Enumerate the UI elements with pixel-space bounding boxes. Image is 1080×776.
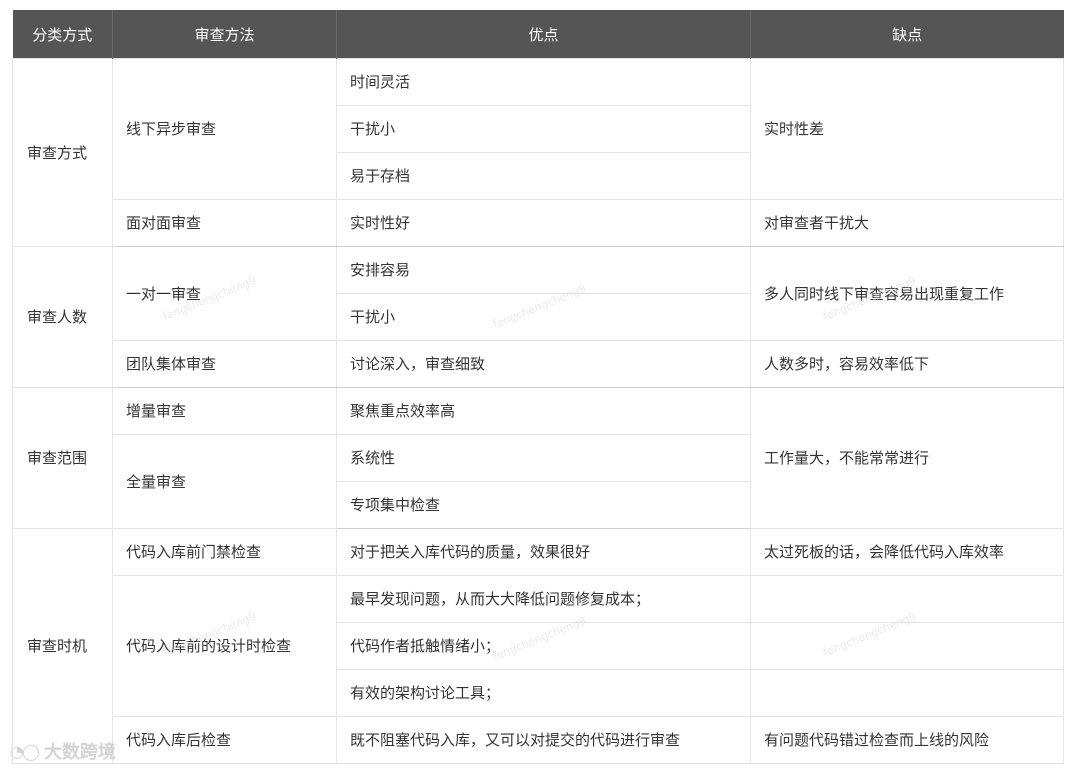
pros-cell: 最早发现问题，从而大大降低问题修复成本； <box>336 575 751 623</box>
header-method: 审查方法 <box>112 10 337 59</box>
method-cell: 增量审查 <box>112 387 337 435</box>
table-row: 审查方式 线下异步审查 时间灵活 实时性差 <box>12 58 1064 247</box>
cons-cell: 实时性差 <box>750 58 1064 200</box>
logo-text: 大数跨境 <box>43 742 116 763</box>
table-row: 审查时机 代码入库前门禁检查 对于把关入库代码的质量，效果很好 太过死板的话，会… <box>12 528 1064 764</box>
header-category: 分类方式 <box>12 10 113 59</box>
category-cell: 审查方式 <box>12 58 113 247</box>
pros-cell: 干扰小 <box>336 105 751 153</box>
cons-cell: 对审查者干扰大 <box>750 199 1064 247</box>
method-cell: 线下异步审查 <box>112 58 337 200</box>
method-cell: 全量审查 <box>112 434 337 529</box>
table-row: 面对面审查 实时性好 对审查者干扰大 <box>13 199 1064 247</box>
brand-logo: ◔◯ 大数跨境 <box>10 738 116 764</box>
table-row: 代码入库后检查 既不阻塞代码入库，又可以对提交的代码进行审查 有问题代码错过检查… <box>13 716 1064 764</box>
method-cell: 代码入库前门禁检查 <box>112 528 337 576</box>
table-row: 审查范围 增量审查 聚焦重点效率高 工作量大，不能常常进行 <box>12 387 1064 529</box>
pros-cell: 安排容易 <box>336 246 751 294</box>
logo-icon: ◔◯ <box>10 741 40 761</box>
header-row: 分类方式 审查方法 优点 缺点 <box>12 10 1064 59</box>
pros-cell: 代码作者抵触情绪小； <box>336 622 751 670</box>
pros-cell: 易于存档 <box>336 152 751 200</box>
method-cell: 一对一审查 <box>112 246 337 341</box>
category-cell: 审查人数 <box>12 246 113 388</box>
pros-cell: 聚焦重点效率高 <box>336 387 751 435</box>
cons-cell: 太过死板的话，会降低代码入库效率 <box>750 528 1064 576</box>
pros-cell: 有效的架构讨论工具； <box>336 669 751 717</box>
pros-cell: 既不阻塞代码入库，又可以对提交的代码进行审查 <box>336 716 751 764</box>
table-row: 审查人数 一对一审查 安排容易 多人同时线下审查容易出现重复工作 <box>12 246 1064 388</box>
table-row: 代码入库前的设计时检查 最早发现问题，从而大大降低问题修复成本； <box>13 575 1064 717</box>
method-cell: 面对面审查 <box>112 199 337 247</box>
pros-cell: 系统性 <box>336 434 751 482</box>
method-cell: 代码入库前的设计时检查 <box>112 575 337 717</box>
cons-cell <box>750 669 1064 717</box>
method-cell: 团队集体审查 <box>112 340 337 388</box>
category-cell: 审查时机 <box>12 528 113 764</box>
table-row: 团队集体审查 讨论深入，审查细致 人数多时，容易效率低下 <box>13 340 1064 388</box>
header-cons: 缺点 <box>750 10 1064 59</box>
pros-cell: 实时性好 <box>336 199 751 247</box>
pros-cell: 时间灵活 <box>336 58 751 106</box>
header-pros: 优点 <box>336 10 751 59</box>
pros-cell: 干扰小 <box>336 293 751 341</box>
pros-cell: 对于把关入库代码的质量，效果很好 <box>336 528 751 576</box>
cons-cell <box>750 575 1064 623</box>
category-cell: 审查范围 <box>12 387 113 529</box>
cons-cell: 人数多时，容易效率低下 <box>750 340 1064 388</box>
cons-cell: 多人同时线下审查容易出现重复工作 <box>750 246 1064 341</box>
cons-cell: 工作量大，不能常常进行 <box>750 387 1064 529</box>
code-review-table: 分类方式 审查方法 优点 缺点 审查方式 线下异步审查 时间灵活 实时性差 干扰… <box>12 10 1064 764</box>
cons-cell: 有问题代码错过检查而上线的风险 <box>750 716 1064 764</box>
pros-cell: 讨论深入，审查细致 <box>336 340 751 388</box>
pros-cell: 专项集中检查 <box>336 481 751 529</box>
cons-cell <box>750 622 1064 670</box>
method-cell: 代码入库后检查 <box>112 716 337 764</box>
